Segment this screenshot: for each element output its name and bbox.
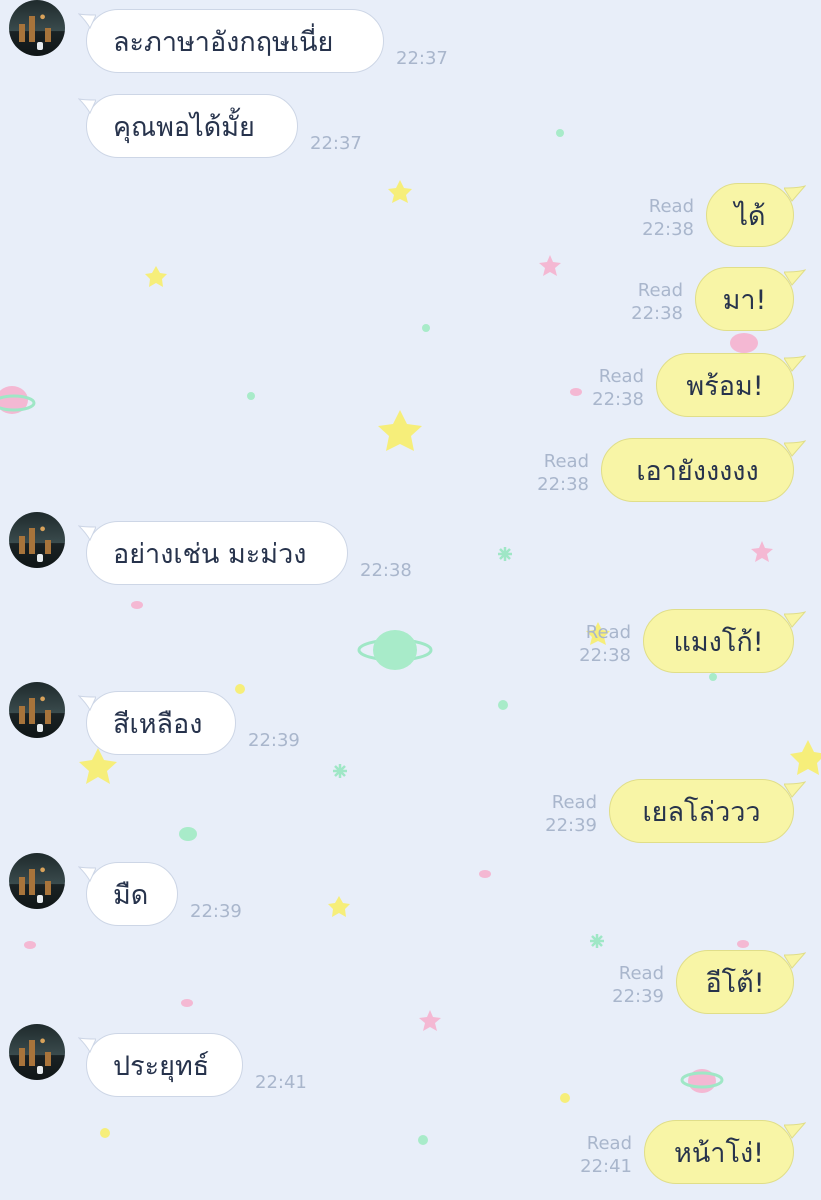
read-receipt: Read: [585, 622, 631, 643]
outgoing-message-bubble[interactable]: อีโต้!: [676, 950, 794, 1014]
message-meta: Read 22:38: [642, 195, 694, 241]
message-timestamp: 22:38: [360, 560, 412, 581]
message-meta: Read 22:41: [580, 1132, 632, 1178]
outgoing-message-bubble[interactable]: เอายังงงงง: [601, 438, 794, 502]
message-meta: 22:39: [190, 900, 242, 923]
outgoing-message-bubble[interactable]: ได้: [706, 183, 794, 247]
chat-wallpaper: [0, 129, 821, 1145]
read-receipt: Read: [637, 280, 683, 301]
pink-star-decoration: [751, 541, 773, 562]
star-decoration: [145, 266, 167, 287]
message-meta: 22:38: [360, 559, 412, 582]
star-decoration: [388, 180, 412, 203]
message-timestamp: 22:38: [642, 219, 694, 240]
outgoing-bubble-tail: [784, 269, 806, 286]
message-meta: Read 22:38: [631, 279, 683, 325]
incoming-message-bubble[interactable]: ประยุทธ์: [86, 1033, 243, 1097]
message-timestamp: 22:41: [580, 1156, 632, 1177]
message-meta: Read 22:38: [537, 450, 589, 496]
outgoing-message-bubble[interactable]: เยลโล่ววว: [609, 779, 794, 843]
incoming-message-bubble[interactable]: อย่างเช่น มะม่วง: [86, 521, 348, 585]
outgoing-bubble-tail: [784, 185, 806, 202]
pink-star-decoration: [539, 255, 561, 276]
outgoing-bubble-tail: [784, 781, 806, 798]
star-decoration: [328, 896, 350, 917]
incoming-bubble-tail: [78, 98, 96, 114]
outgoing-bubble-tail: [784, 611, 806, 628]
outgoing-bubble-tail: [784, 952, 806, 969]
message-meta: Read 22:38: [592, 365, 644, 411]
pink-star-decoration: [419, 1010, 441, 1031]
incoming-bubble-tail: [78, 525, 96, 541]
message-timestamp: 22:38: [537, 474, 589, 495]
read-receipt: Read: [598, 366, 644, 387]
incoming-message-bubble[interactable]: ละภาษาอังกฤษเนี่ย: [86, 9, 384, 73]
message-timestamp: 22:41: [255, 1072, 307, 1093]
read-receipt: Read: [543, 451, 589, 472]
outgoing-message-bubble[interactable]: แมงโก้!: [643, 609, 794, 673]
read-receipt: Read: [551, 792, 597, 813]
star-decoration: [790, 740, 821, 775]
incoming-bubble-tail: [78, 866, 96, 882]
incoming-bubble-tail: [78, 1037, 96, 1053]
contact-avatar[interactable]: [9, 0, 65, 56]
incoming-bubble-tail: [78, 13, 96, 29]
message-timestamp: 22:39: [545, 815, 597, 836]
contact-avatar[interactable]: [9, 682, 65, 738]
message-meta: 22:39: [248, 729, 300, 752]
message-timestamp: 22:37: [310, 133, 362, 154]
outgoing-bubble-tail: [784, 1122, 806, 1139]
read-receipt: Read: [586, 1133, 632, 1154]
contact-avatar[interactable]: [9, 1024, 65, 1080]
message-timestamp: 22:37: [396, 48, 448, 69]
message-meta: Read 22:38: [579, 621, 631, 667]
outgoing-message-bubble[interactable]: หน้าโง่!: [644, 1120, 794, 1184]
contact-avatar[interactable]: [9, 512, 65, 568]
outgoing-message-bubble[interactable]: มา!: [695, 267, 794, 331]
incoming-message-bubble[interactable]: มืด: [86, 862, 178, 926]
message-timestamp: 22:38: [579, 645, 631, 666]
message-meta: Read 22:39: [545, 791, 597, 837]
outgoing-bubble-tail: [784, 355, 806, 372]
read-receipt: Read: [618, 963, 664, 984]
message-timestamp: 22:39: [190, 901, 242, 922]
message-meta: 22:37: [396, 47, 448, 70]
message-meta: 22:37: [310, 132, 362, 155]
message-meta: Read 22:39: [612, 962, 664, 1008]
message-timestamp: 22:38: [592, 389, 644, 410]
incoming-message-bubble[interactable]: คุณพอได้มั้ย: [86, 94, 298, 158]
outgoing-bubble-tail: [784, 440, 806, 457]
message-timestamp: 22:39: [612, 986, 664, 1007]
incoming-bubble-tail: [78, 695, 96, 711]
incoming-message-bubble[interactable]: สีเหลือง: [86, 691, 236, 755]
planet-decoration: [373, 630, 417, 670]
outgoing-message-bubble[interactable]: พร้อม!: [656, 353, 794, 417]
contact-avatar[interactable]: [9, 853, 65, 909]
message-timestamp: 22:39: [248, 730, 300, 751]
message-timestamp: 22:38: [631, 303, 683, 324]
read-receipt: Read: [648, 196, 694, 217]
star-decoration: [378, 410, 422, 451]
message-meta: 22:41: [255, 1071, 307, 1094]
